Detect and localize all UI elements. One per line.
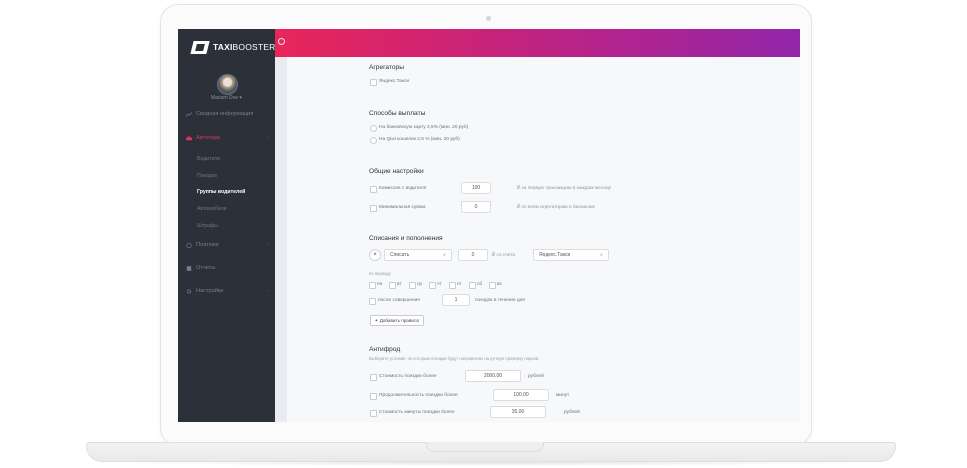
sidebar-subitem-rides[interactable]: Поездки: [197, 173, 217, 179]
min-sum-input[interactable]: 0: [461, 201, 491, 213]
checkbox-ride-cost[interactable]: [370, 374, 377, 381]
sidebar-item-label: Автопарк: [196, 135, 220, 141]
checkbox-day-thu[interactable]: [429, 282, 436, 289]
chevron-down-icon: ∨: [599, 252, 603, 257]
antifraud-rule-label: Стоимость минуты поездки более: [379, 410, 455, 415]
chevron-down-icon: ∨: [442, 252, 446, 257]
sidebar-subitem-cars[interactable]: Автомобили: [197, 206, 227, 212]
account-select-value: Яндекс.Такси: [539, 252, 571, 258]
minute-cost-input[interactable]: 35,00: [490, 406, 546, 418]
day-label: вт: [397, 282, 402, 287]
checkbox-yandex-taxi[interactable]: [370, 79, 377, 86]
sidebar-subitem-drivers[interactable]: Водители: [197, 156, 220, 162]
day-label: пт: [457, 282, 462, 287]
checkbox-day-fri[interactable]: [449, 282, 456, 289]
aggregator-label: Яндекс.Такси: [379, 79, 410, 84]
antifraud-rule-unit: рублей: [564, 410, 580, 415]
checkbox-day-sat[interactable]: [469, 282, 476, 289]
day-label: чт: [437, 282, 442, 287]
logo-text: TAXIBOOSTER.: [213, 42, 279, 52]
checkbox-day-wed[interactable]: [409, 282, 416, 289]
top-bar: [275, 29, 800, 57]
sidebar-item-label: Настройки: [196, 288, 224, 294]
amount-input[interactable]: 0: [458, 249, 488, 261]
after-note: поездок в течение дня: [475, 298, 525, 303]
day-label: вс: [497, 282, 502, 287]
checkbox-day-sun[interactable]: [489, 282, 496, 289]
coin-icon: [186, 242, 192, 248]
add-rule-button[interactable]: + Добавить правило: [370, 315, 425, 326]
plus-icon: +: [375, 318, 378, 323]
rides-count-input[interactable]: 1: [442, 294, 470, 306]
sidebar-item-summary[interactable]: Сводная информация: [186, 111, 268, 117]
car-icon: [186, 136, 192, 140]
sidebar-item-label: Отчеты: [196, 265, 216, 271]
report-icon: [186, 265, 192, 271]
antifraud-rule-label: Продолжительность поездки более: [379, 393, 458, 398]
from-account-label: ₽ со счета: [492, 253, 516, 258]
min-sum-note: ₽ по всем агрегаторам и балансам: [517, 205, 595, 210]
after-label: после совершения: [378, 298, 420, 303]
payout-option-label: На банковскую карту 2,5% (мин. 20 руб): [379, 125, 469, 130]
ride-duration-input[interactable]: 100,00: [493, 389, 549, 401]
sidebar-item-settings[interactable]: Настройки ›: [186, 288, 268, 294]
checkbox-ride-duration[interactable]: [370, 393, 377, 400]
user-menu[interactable]: Mariam Doe ▾: [178, 95, 275, 101]
app-screen: TAXIBOOSTER. Mariam Doe ▾ Сводная информ…: [178, 29, 800, 422]
radio-bank-card[interactable]: [370, 125, 377, 132]
section-title-antifraud: Антифрод: [369, 346, 401, 353]
logo[interactable]: TAXIBOOSTER.: [190, 38, 279, 56]
section-title-general: Общие настройки: [369, 168, 424, 175]
sidebar: TAXIBOOSTER. Mariam Doe ▾ Сводная информ…: [178, 29, 279, 422]
checkbox-day-tue[interactable]: [389, 282, 396, 289]
sidebar-subitem-driver-groups[interactable]: Группы водителей: [197, 189, 245, 195]
section-title-payout: Способы выплаты: [369, 110, 426, 117]
add-rule-label: Добавить правило: [379, 318, 420, 323]
taxi-logo-icon: [190, 40, 210, 54]
chart-line-icon: [186, 111, 192, 117]
sidebar-item-label: Сводная информация: [196, 111, 254, 117]
avatar[interactable]: [217, 74, 238, 95]
inner-sidebar-strip: [275, 57, 287, 422]
sidebar-subitem-fines[interactable]: Штрафы: [197, 223, 218, 229]
checkbox-min-sum[interactable]: [370, 205, 377, 212]
checkbox-after-rides[interactable]: [369, 298, 376, 305]
antifraud-rule-unit: рублей: [528, 374, 544, 379]
commission-note: ₽ за первую транзакцию в каждом месяце: [517, 186, 612, 191]
checkbox-day-mon[interactable]: [369, 282, 376, 289]
settings-panel: [287, 57, 800, 422]
commission-input[interactable]: 100: [461, 182, 491, 194]
min-sum-label: Минимальная сумма: [379, 205, 426, 210]
day-label: пн: [377, 282, 383, 287]
radio-qiwi[interactable]: [370, 137, 377, 144]
period-label: по периоду: [369, 271, 391, 276]
sidebar-item-fleet[interactable]: Автопарк ›: [186, 135, 268, 141]
menu-toggle-icon[interactable]: [278, 38, 285, 45]
action-select[interactable]: Списать ∨: [384, 249, 452, 261]
sidebar-item-reports[interactable]: Отчеты: [186, 265, 268, 271]
webcam: [486, 16, 491, 21]
antifraud-rule-unit: минут: [556, 393, 570, 398]
sidebar-item-payments[interactable]: Платежи ›: [186, 242, 268, 248]
gear-icon: [186, 288, 192, 294]
laptop-notch: [426, 442, 544, 452]
commission-label: Комиссия с водителя: [379, 186, 427, 191]
day-label: ср: [417, 282, 423, 287]
account-select[interactable]: Яндекс.Такси ∨: [533, 249, 609, 261]
day-label: сб: [477, 282, 483, 287]
action-select-value: Списать: [390, 252, 410, 258]
antifraud-subtitle: Выберите условия, по которым поездки буд…: [369, 356, 539, 361]
sidebar-item-label: Платежи: [196, 242, 219, 248]
antifraud-rule-label: Стоимость поездки более: [379, 374, 437, 379]
remove-rule-button[interactable]: ×: [369, 249, 381, 261]
payout-option-label: На Qiwi кошелек 2,5 % (мин. 20 руб): [379, 137, 460, 142]
chevron-icon: ›: [266, 135, 268, 141]
ride-cost-input[interactable]: 2000,00: [465, 370, 521, 382]
section-title-aggregators: Агрегаторы: [369, 64, 404, 71]
checkbox-minute-cost[interactable]: [370, 410, 377, 417]
chevron-icon: ›: [266, 242, 268, 248]
chevron-icon: ›: [266, 288, 268, 294]
checkbox-driver-commission[interactable]: [370, 186, 377, 193]
section-title-charges: Списания и пополнения: [369, 235, 443, 242]
